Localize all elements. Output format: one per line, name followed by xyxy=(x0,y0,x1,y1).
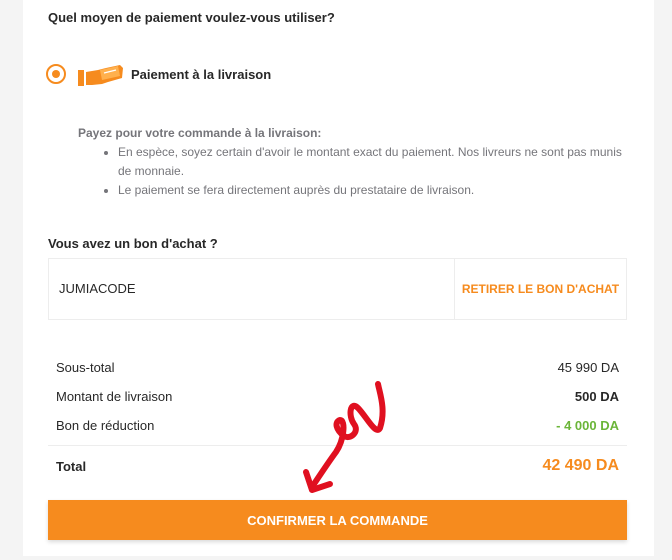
payment-option-label[interactable]: Paiement à la livraison xyxy=(131,67,271,82)
remove-voucher-button[interactable]: RETIRER LE BON D'ACHAT xyxy=(455,259,626,319)
discount-label: Bon de réduction xyxy=(56,418,155,433)
confirm-order-button[interactable]: CONFIRMER LA COMMANDE xyxy=(48,500,627,540)
voucher-question: Vous avez un bon d'achat ? xyxy=(48,236,218,251)
list-item: Le paiement se fera directement auprès d… xyxy=(118,181,638,200)
subtotal-label: Sous-total xyxy=(56,360,115,375)
total-label: Total xyxy=(56,459,87,474)
red-arrow-annotation xyxy=(303,381,386,493)
delivery-value: 500 DA xyxy=(574,389,619,404)
voucher-box: JUMIACODE RETIRER LE BON D'ACHAT xyxy=(48,258,627,320)
list-item: En espèce, soyez certain d'avoir le mont… xyxy=(118,143,638,181)
payment-question: Quel moyen de paiement voulez-vous utili… xyxy=(48,10,335,25)
payment-info-list: En espèce, soyez certain d'avoir le mont… xyxy=(78,143,638,200)
cash-hand-icon xyxy=(78,65,123,86)
subtotal-value: 45 990 DA xyxy=(557,360,619,375)
discount-value: - 4 000 DA xyxy=(556,418,619,433)
total-value: 42 490 DA xyxy=(542,457,620,474)
delivery-label: Montant de livraison xyxy=(56,389,173,404)
payment-radio-cod[interactable] xyxy=(46,64,66,84)
voucher-code: JUMIACODE xyxy=(59,281,136,296)
payment-info-title: Payez pour votre commande à la livraison… xyxy=(78,126,322,140)
payment-info: Payez pour votre commande à la livraison… xyxy=(78,124,638,200)
